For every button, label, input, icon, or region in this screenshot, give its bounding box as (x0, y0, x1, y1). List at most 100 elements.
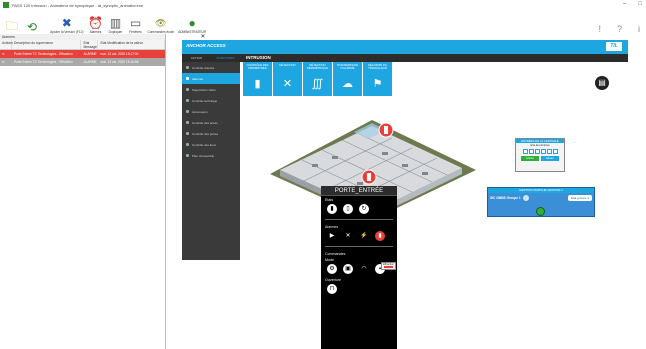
unlock-icon[interactable]: ◠ (359, 264, 369, 274)
logo: TIL (606, 42, 622, 51)
row-description: Porte Entrée TC Technologies - Effractio… (13, 52, 73, 56)
door-held-icon[interactable]: ▶ (327, 231, 337, 241)
duplicate-button[interactable]: ▥ Dupliquer (107, 12, 123, 34)
widget-title: ENTRÉES DE LA CENTRALE (516, 139, 564, 143)
user-icon: ● (188, 16, 196, 30)
divider (325, 219, 393, 220)
sidebar-item-technical[interactable]: Contrôle technique (182, 95, 240, 106)
input-indicators (516, 149, 564, 154)
window-controls: – □ (623, 1, 642, 7)
toolbar-right-icons: ! ? i (598, 24, 640, 34)
add-version-button[interactable]: ✖ Ajouter la Version (F12) (50, 12, 83, 34)
sidebar-item-doors[interactable]: Contrôle des portes (182, 128, 240, 139)
tab-functions[interactable]: FONCTIONS (211, 54, 240, 62)
window-title: PASS 120 Intrusion - Animateur de synopt… (12, 2, 144, 8)
tile-perimeter-control[interactable]: CONTRÔLE DES PÉRIMÈTRES ▮ (243, 62, 272, 96)
deactivate-button[interactable]: Désac. (541, 156, 559, 161)
break-in-icon[interactable]: ▮ (375, 231, 385, 241)
row-date: mar. 13 oct. 2020 15:16:58 (100, 60, 139, 64)
group-state-button[interactable]: État groupe 1 (567, 195, 592, 201)
window-single-icon: ▭ (129, 16, 142, 30)
cloud-icon: ☁ (342, 78, 353, 90)
tooltip-bar (384, 266, 393, 268)
sidebar-item-places[interactable]: Contrôle des lieux (182, 139, 240, 150)
section-title-bar: INTRUSION (240, 54, 628, 62)
input-indicator (540, 149, 546, 154)
menu-dot-icon (186, 110, 189, 113)
section-title: INTRUSION (246, 55, 271, 60)
synoptic-sidebar: ACTION FONCTIONS Contrôle d'accès Alarme… (182, 54, 240, 260)
function-tiles: CONTRÔLE DES PÉRIMÈTRES ▮ DÉTECTION ✕ DÉ… (243, 62, 392, 96)
windows-button[interactable]: ▭ Fenêtres (127, 12, 143, 34)
maximize-button[interactable]: □ (638, 1, 642, 7)
info-icon[interactable]: i (638, 24, 640, 34)
activate-button[interactable]: Activer (521, 156, 539, 161)
detector-icon: ✕ (282, 78, 293, 90)
sidebar-item-label: Contrôle technique (192, 98, 218, 103)
eye-icon: 👁 (155, 17, 167, 28)
alarms-button[interactable]: ⏰ Alarmes (87, 12, 103, 34)
sidebar-item-access[interactable]: Contrôle des accès (182, 117, 240, 128)
sidebar-item-elevators[interactable]: Ascenseurs (182, 106, 240, 117)
refresh-button[interactable]: ⟲ (24, 12, 40, 34)
column-header-description[interactable]: Description du superviseur (12, 40, 82, 49)
tile-label: DÉTECTION PÉRIMÉTRIQUE (306, 63, 329, 70)
mail-icon[interactable]: ✉ (0, 60, 12, 64)
toolbar: 🗀 ⟲ ✖ Ajouter la Version (F12) ⏰ Alarmes… (0, 10, 646, 34)
sidebar-item-video[interactable]: Supervision vidéo (182, 84, 240, 95)
widget-buttons: Activer Désac. (516, 156, 564, 161)
forced-icon[interactable]: ⚡ (359, 231, 369, 241)
alarm-clock-icon: ⏰ (88, 16, 103, 30)
open-button[interactable]: 🗀 (4, 12, 20, 34)
document-icon[interactable]: ▤ (595, 76, 609, 90)
tile-perimeter-detection[interactable]: DÉTECTION PÉRIMÉTRIQUE ∭ (303, 62, 332, 96)
synoptic-header: ANCHOR ACCESS TIL (182, 40, 628, 54)
sidebar-item-label: Contrôle des lieux (192, 142, 217, 147)
door-closed-icon[interactable]: ▮ (327, 204, 337, 214)
pulse-open-icon[interactable]: ⊓ (327, 284, 337, 294)
sidebar-item-alarms[interactable]: Alarmes (182, 73, 240, 84)
opening-row: ⊓ (321, 282, 397, 296)
group-row: SIC GMBS Groupe 1 État groupe 1 (488, 193, 594, 203)
sidebar-item-label: Contrôle des accès (192, 120, 218, 125)
row-state: ALARME (83, 60, 97, 64)
tile-alarm-transmission[interactable]: TRANSMISSION D'ALARME ☁ (333, 62, 362, 96)
sidebar-item-access-control[interactable]: Contrôle d'accès (182, 62, 240, 73)
context-title: PORTE_ENTRÉE (321, 186, 397, 196)
school-commands-button[interactable]: 👁 Commandes école (147, 12, 174, 35)
column-header-date[interactable]: Etat Modification de la valeur (98, 40, 165, 49)
group-power-button[interactable] (536, 207, 545, 216)
mode-badge-icon[interactable]: ▣ (343, 264, 353, 274)
brand-label: ANCHOR ACCESS (186, 43, 226, 48)
menu-dot-icon (186, 132, 189, 135)
help-icon[interactable]: ? (617, 24, 622, 34)
tamper-icon[interactable]: ✕ (343, 231, 353, 241)
column-header-actions[interactable]: Actions (0, 40, 13, 49)
panel-icon: ▮ (254, 78, 261, 90)
menu-dot-icon (186, 99, 189, 102)
column-header-state[interactable]: Etat Message (81, 40, 99, 49)
sidebar-item-overview[interactable]: Plan d'ensemble (182, 150, 240, 161)
table-row[interactable]: ✉ Porte Entrée TC Technologies - Effract… (0, 58, 165, 66)
alarm-panel: Alarmes Actions Description du supervise… (0, 34, 166, 349)
door-open-icon[interactable]: ↻ (359, 204, 369, 214)
group-name: SIC GMBS Groupe 1 (490, 196, 521, 200)
sidebar-item-label: Contrôle d'accès (192, 65, 215, 70)
sidebar-item-label: Alarmes (192, 76, 204, 81)
admin-button[interactable]: ● ADMINISTRATEUR (178, 12, 206, 34)
tile-detection[interactable]: DÉTECTION ✕ (273, 62, 302, 96)
mode-auto-icon[interactable]: ⚙ (327, 264, 337, 274)
mail-icon[interactable]: ✉ (0, 52, 12, 56)
sidebar-item-label: Plan d'ensemble (192, 153, 215, 158)
row-date: mar. 13 oct. 2020 15:17:00 (100, 52, 139, 56)
door-locked-icon[interactable]: ▯ (343, 204, 353, 214)
tab-action[interactable]: ACTION (182, 54, 211, 62)
minimize-button[interactable]: – (623, 1, 626, 7)
table-row[interactable]: ✉ Porte Entrée TC Technologies - Effract… (0, 50, 165, 58)
divider (325, 246, 393, 247)
folder-open-icon: 🗀 (5, 18, 18, 33)
warning-icon[interactable]: ! (598, 24, 601, 34)
menu-dot-icon (186, 88, 189, 91)
menu-dot-icon (186, 77, 189, 80)
tile-worker-safety[interactable]: SÉCURITÉ DU TRAVAILLEUR ⚑ (363, 62, 392, 96)
